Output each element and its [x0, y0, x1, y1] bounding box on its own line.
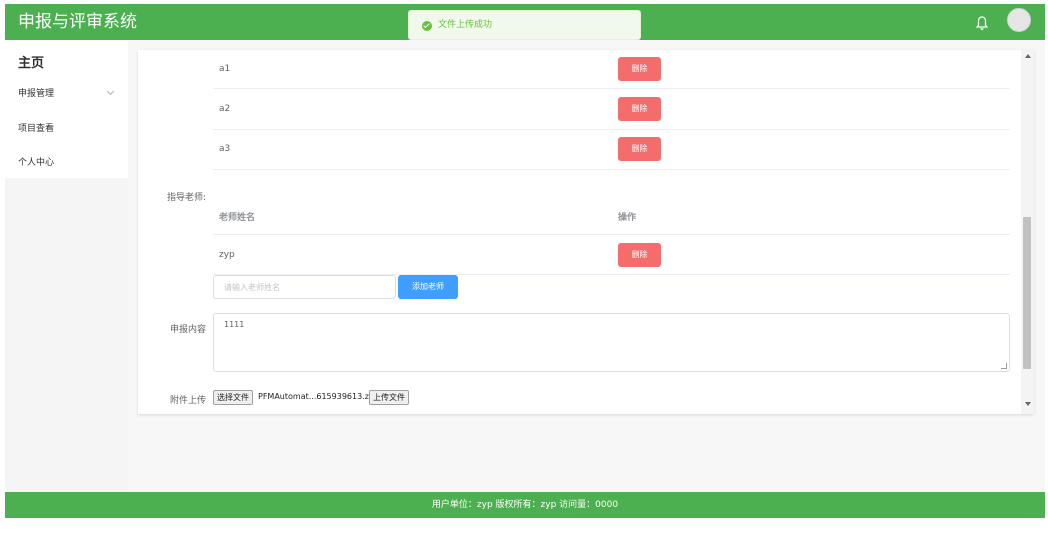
chevron-down-icon: [106, 87, 115, 96]
delete-member-button[interactable]: 删除: [618, 97, 661, 121]
add-teacher-button[interactable]: 添加老师: [398, 275, 458, 299]
delete-member-button[interactable]: 删除: [618, 57, 661, 81]
sidebar-item-home[interactable]: 主页: [18, 52, 44, 71]
resize-handle-icon[interactable]: [1001, 363, 1007, 369]
teacher-label: 指导老师:: [166, 193, 206, 203]
teacher-name-input[interactable]: [214, 276, 395, 298]
app-title: 申报与评审系统: [18, 12, 137, 32]
success-toast: 文件上传成功: [408, 10, 641, 40]
attachment-label: 附件上传: [169, 396, 206, 406]
member-name: a2: [219, 104, 231, 114]
content-textarea[interactable]: 1111: [213, 313, 1010, 372]
sidebar: 主页 申报管理 项目查看 个人中心: [5, 40, 128, 492]
row-divider: [213, 169, 1010, 170]
content-label: 申报内容: [169, 325, 206, 335]
bell-icon[interactable]: [975, 15, 989, 31]
scroll-down-arrow-icon[interactable]: [1025, 402, 1031, 406]
avatar[interactable]: [1007, 8, 1031, 32]
sidebar-item-personal-center[interactable]: 个人中心: [18, 155, 54, 168]
row-divider: [213, 234, 1010, 235]
sidebar-item-project-view[interactable]: 项目查看: [18, 121, 54, 134]
scrollbar-thumb[interactable]: [1023, 217, 1031, 369]
sidebar-item-application-management[interactable]: 申报管理: [18, 86, 54, 99]
column-header-action: 操作: [618, 213, 637, 223]
teacher-name: zyp: [219, 250, 235, 260]
delete-teacher-button[interactable]: 删除: [618, 243, 661, 267]
delete-member-button[interactable]: 删除: [618, 137, 661, 161]
selected-file-name: PFMAutomat...615939613.zip: [258, 392, 377, 401]
upload-file-button[interactable]: 上传文件: [369, 390, 409, 405]
page-footer: 用户单位：zyp 版权所有：zyp 访问量：0000: [5, 492, 1045, 518]
scroll-up-arrow-icon[interactable]: [1025, 54, 1031, 58]
check-circle-icon: [422, 21, 432, 31]
member-name: a1: [219, 64, 231, 74]
column-header-teacher-name: 老师姓名: [219, 213, 256, 223]
sidebar-menu: 主页 申报管理 项目查看 个人中心: [5, 40, 128, 178]
choose-file-button[interactable]: 选择文件: [213, 390, 253, 405]
content-value: 1111: [224, 320, 245, 329]
card-scrollbar[interactable]: [1021, 50, 1034, 414]
teacher-name-field: [213, 275, 396, 299]
row-divider: [213, 129, 1010, 130]
application-form-card: a1 删除 a2 删除 a3 删除 指导老师: 老师姓名 操作 zyp 删除 添…: [138, 50, 1034, 414]
member-name: a3: [219, 144, 231, 154]
toast-message: 文件上传成功: [438, 20, 493, 30]
row-divider: [213, 88, 1010, 89]
